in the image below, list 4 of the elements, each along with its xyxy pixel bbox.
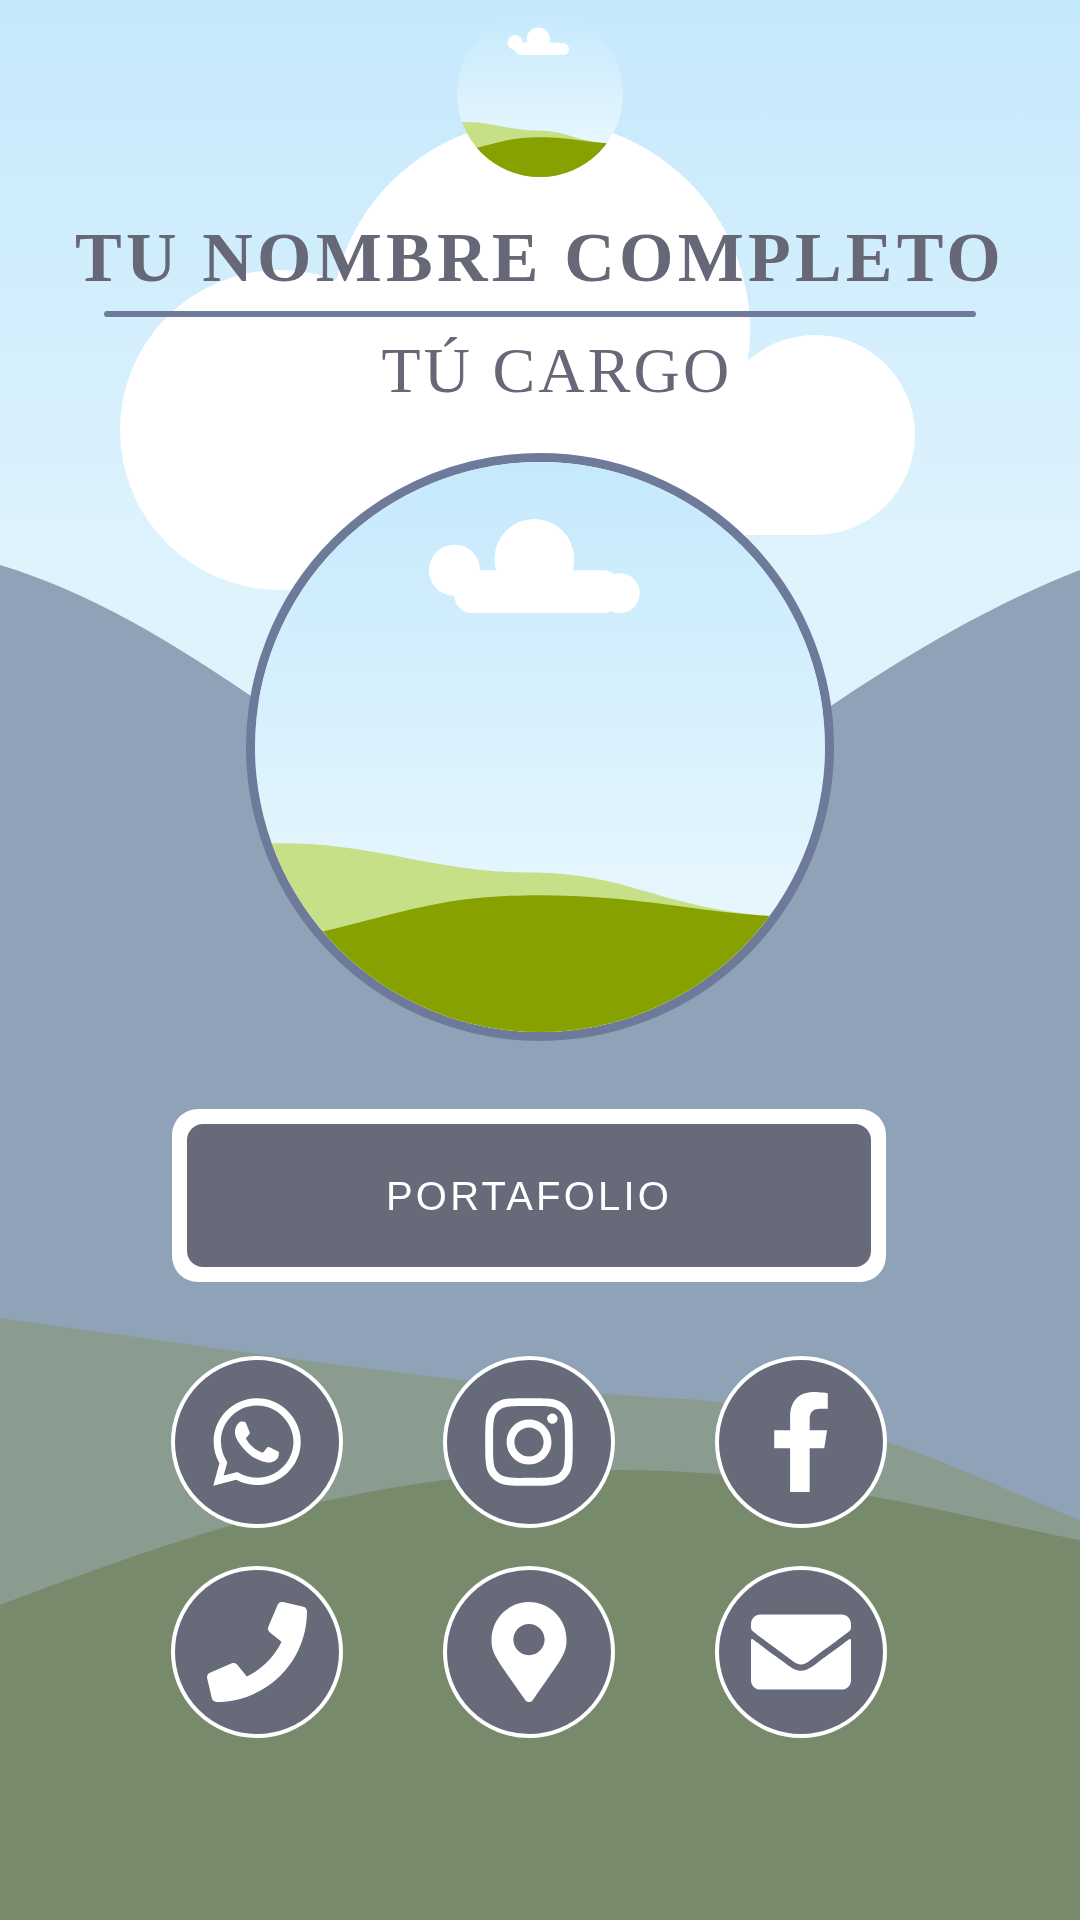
full-name: TU NOMBRE COMPLETO — [75, 223, 1005, 293]
job-title: TÚ CARGO — [381, 339, 733, 403]
phone-icon — [207, 1602, 307, 1702]
portfolio-button[interactable]: PORTAFOLIO — [187, 1124, 871, 1267]
